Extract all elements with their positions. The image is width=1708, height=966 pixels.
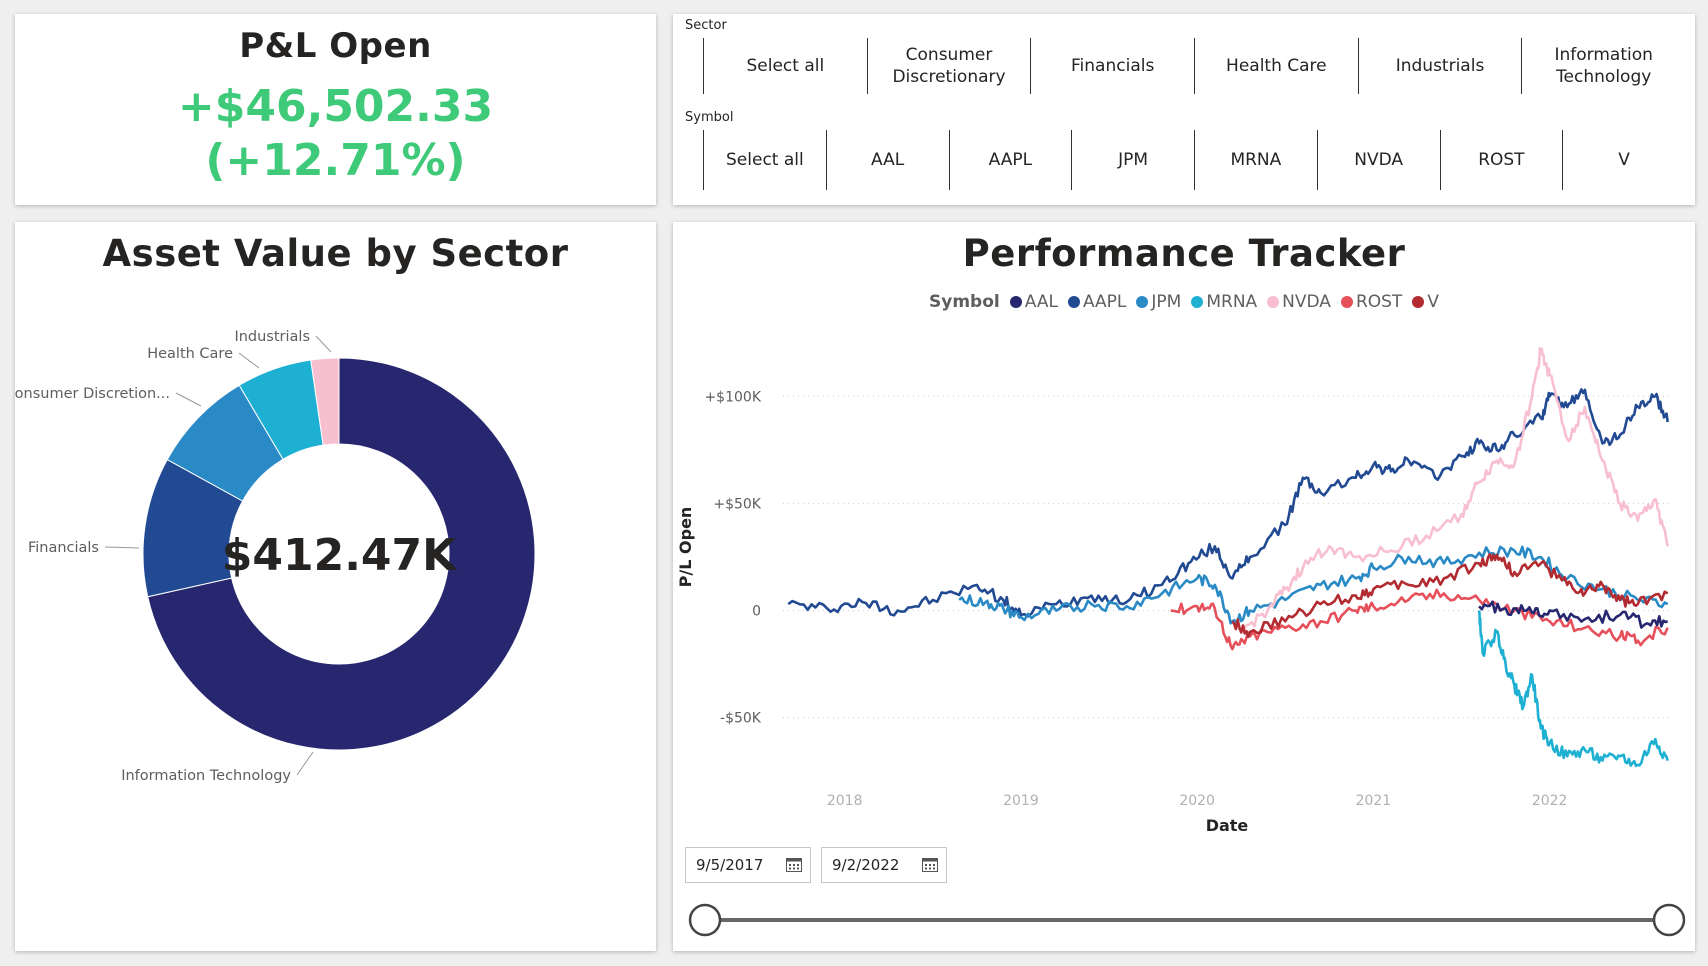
y-tick-label: 0 [752,604,761,620]
symbol-option-rost[interactable]: ROST [1439,130,1563,190]
donut-chart: Information Technology Financials Consumer… [15,329,536,784]
symbol-option-label: V [1618,150,1630,170]
y-tick-label: +$50K [713,496,761,512]
symbol-slicer-label: Symbol [685,110,734,125]
asset-value-by-sector-card: Asset Value by Sector Information Techno… [15,222,656,951]
sector-option-select-all[interactable]: Select all [703,38,867,94]
sector-option-information-technology[interactable]: Information Technology [1521,38,1685,94]
pl-open-card: P&L Open +$46,502.33 (+12.71%) [15,14,656,205]
sector-option-label: Health Care [1226,56,1327,76]
calendar-icon[interactable] [786,857,802,872]
pl-open-percent: (+12.71%) [205,135,466,186]
symbol-option-label: JPM [1118,150,1149,170]
sector-slicer: Select all Consumer Discretionary Financial… [703,38,1685,94]
start-date-value: 9/5/2017 [696,856,764,874]
symbol-option-label: AAL [871,150,905,170]
series-line-aapl[interactable] [787,388,1669,618]
slider-start-handle[interactable] [688,903,722,937]
pl-open-value: +$46,502.33 [177,81,494,132]
symbol-option-nvda[interactable]: NVDA [1316,130,1440,190]
x-tick-label: 2021 [1356,793,1392,809]
sector-option-consumer-discretionary[interactable]: Consumer Discretionary [866,38,1031,94]
symbol-option-label: AAPL [988,150,1033,170]
symbol-option-aapl[interactable]: AAPL [948,130,1072,190]
sector-option-label: Consumer Discretionary [892,45,1006,87]
x-tick-label: 2019 [1003,793,1039,809]
donut-label: Industrials [234,329,310,345]
line-chart: +$100K +$50K 0 -$50K 2018 2019 2020 2021 2022 Dat… [676,347,1673,835]
donut-leader-line [104,546,140,549]
symbol-option-select-all[interactable]: Select all [703,130,826,190]
symbol-option-label: MRNA [1230,150,1282,170]
symbol-option-mrna[interactable]: MRNA [1194,130,1317,190]
sector-option-label: Information Technology [1554,45,1653,87]
sector-option-label: Industrials [1395,56,1485,76]
performance-tracker-card: Performance Tracker Symbol AAL AAPL JPM MRN… [673,222,1695,951]
sector-option-label: Select all [746,56,825,76]
symbol-option-label: NVDA [1354,150,1404,170]
slicer-card: Sector Select all Consumer Discretionary Fi… [673,14,1695,205]
date-range-slider[interactable] [673,890,1695,950]
pl-open-title: P&L Open [239,26,432,66]
end-date-value: 9/2/2022 [832,856,900,874]
sector-option-industrials[interactable]: Industrials [1357,38,1522,94]
symbol-option-jpm[interactable]: JPM [1071,130,1194,190]
y-tick-label: +$100K [704,389,761,405]
symbol-option-v[interactable]: V [1562,130,1685,190]
symbol-option-aal[interactable]: AAL [825,130,949,190]
sector-option-financials[interactable]: Financials [1030,38,1194,94]
x-tick-label: 2018 [827,793,863,809]
series-line-v[interactable] [1231,552,1669,639]
start-date-input[interactable]: 9/5/2017 [685,847,811,883]
calendar-icon[interactable] [922,857,938,872]
symbol-option-label: ROST [1478,150,1525,170]
donut-label: Health Care [147,346,233,362]
series-line-mrna[interactable] [1477,610,1669,768]
donut-label: Information Technology [121,768,291,784]
symbol-option-label: Select all [726,150,804,170]
donut-leader-line [296,751,314,776]
series-line-rost[interactable] [1170,588,1669,651]
donut-center-value: $412.47K [222,530,458,581]
slider-end-handle[interactable] [1652,903,1686,937]
x-axis-title: Date [1206,816,1249,835]
donut-leader-line [315,335,332,353]
sector-option-health-care[interactable]: Health Care [1194,38,1358,94]
donut-label: Consumer Discretion... [15,386,170,402]
donut-leader-line [175,392,202,407]
y-tick-label: -$50K [720,711,762,727]
x-tick-label: 2020 [1179,793,1215,809]
symbol-slicer: Select all AAL AAPL JPM MRNA NVDA ROST V [703,130,1685,190]
end-date-input[interactable]: 9/2/2022 [821,847,947,883]
y-axis-title: P/L Open [676,507,695,588]
donut-label: Financials [28,540,99,556]
sector-option-label: Financials [1071,56,1155,76]
donut-leader-line [238,352,260,369]
x-tick-label: 2022 [1532,793,1568,809]
sector-slicer-label: Sector [685,18,727,33]
